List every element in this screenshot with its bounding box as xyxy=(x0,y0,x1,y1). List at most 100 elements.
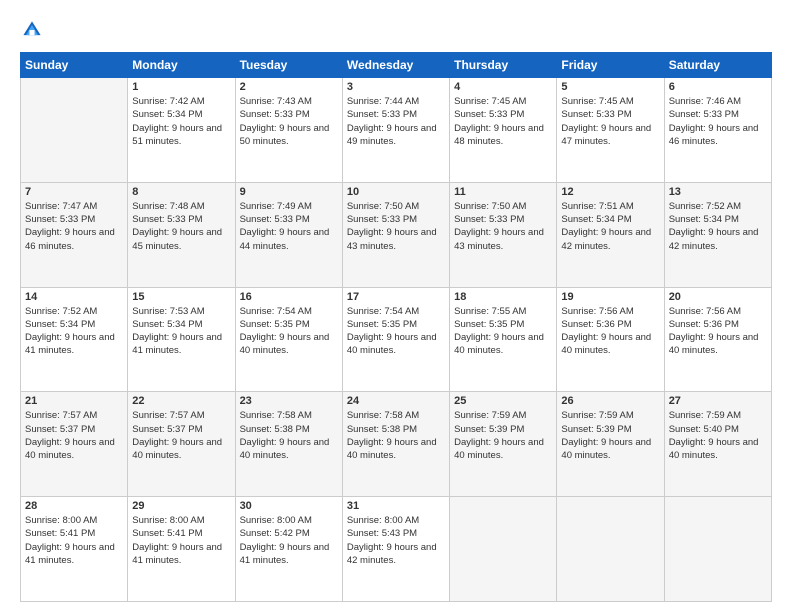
sunset-text: Sunset: 5:35 PM xyxy=(347,318,445,331)
weekday-header-sunday: Sunday xyxy=(21,53,128,78)
calendar-cell: 21Sunrise: 7:57 AMSunset: 5:37 PMDayligh… xyxy=(21,392,128,497)
day-number: 2 xyxy=(240,81,338,93)
calendar-cell: 15Sunrise: 7:53 AMSunset: 5:34 PMDayligh… xyxy=(128,287,235,392)
calendar-week-3: 14Sunrise: 7:52 AMSunset: 5:34 PMDayligh… xyxy=(21,287,772,392)
daylight-text: Daylight: 9 hours and 41 minutes. xyxy=(132,541,230,568)
daylight-text: Daylight: 9 hours and 47 minutes. xyxy=(561,122,659,149)
sunset-text: Sunset: 5:33 PM xyxy=(240,108,338,121)
sunrise-text: Sunrise: 7:54 AM xyxy=(240,305,338,318)
calendar-cell: 25Sunrise: 7:59 AMSunset: 5:39 PMDayligh… xyxy=(450,392,557,497)
daylight-text: Daylight: 9 hours and 42 minutes. xyxy=(347,541,445,568)
daylight-text: Daylight: 9 hours and 40 minutes. xyxy=(561,436,659,463)
weekday-header-thursday: Thursday xyxy=(450,53,557,78)
day-number: 12 xyxy=(561,186,659,198)
calendar-cell: 20Sunrise: 7:56 AMSunset: 5:36 PMDayligh… xyxy=(664,287,771,392)
page: SundayMondayTuesdayWednesdayThursdayFrid… xyxy=(0,0,792,612)
sunset-text: Sunset: 5:39 PM xyxy=(454,423,552,436)
day-number: 1 xyxy=(132,81,230,93)
sunrise-text: Sunrise: 8:00 AM xyxy=(347,514,445,527)
sunset-text: Sunset: 5:33 PM xyxy=(454,108,552,121)
sunset-text: Sunset: 5:34 PM xyxy=(669,213,767,226)
sunrise-text: Sunrise: 7:47 AM xyxy=(25,200,123,213)
sunset-text: Sunset: 5:41 PM xyxy=(25,527,123,540)
sunrise-text: Sunrise: 7:59 AM xyxy=(454,409,552,422)
day-number: 26 xyxy=(561,395,659,407)
calendar-cell: 10Sunrise: 7:50 AMSunset: 5:33 PMDayligh… xyxy=(342,182,449,287)
calendar-cell: 30Sunrise: 8:00 AMSunset: 5:42 PMDayligh… xyxy=(235,497,342,602)
sunrise-text: Sunrise: 8:00 AM xyxy=(25,514,123,527)
calendar-cell: 4Sunrise: 7:45 AMSunset: 5:33 PMDaylight… xyxy=(450,78,557,183)
sunrise-text: Sunrise: 7:50 AM xyxy=(454,200,552,213)
daylight-text: Daylight: 9 hours and 42 minutes. xyxy=(561,226,659,253)
calendar-week-1: 1Sunrise: 7:42 AMSunset: 5:34 PMDaylight… xyxy=(21,78,772,183)
daylight-text: Daylight: 9 hours and 40 minutes. xyxy=(240,331,338,358)
daylight-text: Daylight: 9 hours and 41 minutes. xyxy=(132,331,230,358)
day-number: 25 xyxy=(454,395,552,407)
sunrise-text: Sunrise: 7:59 AM xyxy=(561,409,659,422)
day-number: 13 xyxy=(669,186,767,198)
day-number: 28 xyxy=(25,500,123,512)
day-number: 8 xyxy=(132,186,230,198)
sunset-text: Sunset: 5:35 PM xyxy=(454,318,552,331)
sunrise-text: Sunrise: 7:53 AM xyxy=(132,305,230,318)
sunset-text: Sunset: 5:33 PM xyxy=(347,108,445,121)
calendar-cell: 7Sunrise: 7:47 AMSunset: 5:33 PMDaylight… xyxy=(21,182,128,287)
day-number: 19 xyxy=(561,291,659,303)
sunset-text: Sunset: 5:41 PM xyxy=(132,527,230,540)
calendar-cell: 12Sunrise: 7:51 AMSunset: 5:34 PMDayligh… xyxy=(557,182,664,287)
sunrise-text: Sunrise: 7:58 AM xyxy=(347,409,445,422)
daylight-text: Daylight: 9 hours and 42 minutes. xyxy=(669,226,767,253)
sunrise-text: Sunrise: 8:00 AM xyxy=(132,514,230,527)
day-number: 27 xyxy=(669,395,767,407)
daylight-text: Daylight: 9 hours and 51 minutes. xyxy=(132,122,230,149)
day-number: 14 xyxy=(25,291,123,303)
day-number: 24 xyxy=(347,395,445,407)
sunset-text: Sunset: 5:34 PM xyxy=(132,108,230,121)
daylight-text: Daylight: 9 hours and 40 minutes. xyxy=(561,331,659,358)
daylight-text: Daylight: 9 hours and 41 minutes. xyxy=(240,541,338,568)
day-number: 4 xyxy=(454,81,552,93)
daylight-text: Daylight: 9 hours and 40 minutes. xyxy=(669,436,767,463)
calendar-cell: 8Sunrise: 7:48 AMSunset: 5:33 PMDaylight… xyxy=(128,182,235,287)
sunrise-text: Sunrise: 7:42 AM xyxy=(132,95,230,108)
sunrise-text: Sunrise: 7:55 AM xyxy=(454,305,552,318)
calendar-cell: 6Sunrise: 7:46 AMSunset: 5:33 PMDaylight… xyxy=(664,78,771,183)
daylight-text: Daylight: 9 hours and 40 minutes. xyxy=(347,436,445,463)
sunrise-text: Sunrise: 7:50 AM xyxy=(347,200,445,213)
calendar-cell: 18Sunrise: 7:55 AMSunset: 5:35 PMDayligh… xyxy=(450,287,557,392)
day-number: 21 xyxy=(25,395,123,407)
sunset-text: Sunset: 5:38 PM xyxy=(240,423,338,436)
calendar-cell: 14Sunrise: 7:52 AMSunset: 5:34 PMDayligh… xyxy=(21,287,128,392)
sunset-text: Sunset: 5:42 PM xyxy=(240,527,338,540)
day-number: 31 xyxy=(347,500,445,512)
sunrise-text: Sunrise: 7:56 AM xyxy=(561,305,659,318)
sunset-text: Sunset: 5:43 PM xyxy=(347,527,445,540)
sunset-text: Sunset: 5:34 PM xyxy=(132,318,230,331)
sunrise-text: Sunrise: 7:52 AM xyxy=(669,200,767,213)
calendar-cell: 1 Sunrise: 7:42 AMSunset: 5:34 PMDaylight… xyxy=(128,78,235,183)
sunset-text: Sunset: 5:38 PM xyxy=(347,423,445,436)
daylight-text: Daylight: 9 hours and 40 minutes. xyxy=(669,331,767,358)
weekday-header-wednesday: Wednesday xyxy=(342,53,449,78)
sunrise-text: Sunrise: 7:59 AM xyxy=(669,409,767,422)
calendar-cell: 31 Sunrise: 8:00 AMSunset: 5:43 PMDayligh… xyxy=(342,497,449,602)
calendar-week-2: 7Sunrise: 7:47 AMSunset: 5:33 PMDaylight… xyxy=(21,182,772,287)
sunrise-text: Sunrise: 7:48 AM xyxy=(132,200,230,213)
logo xyxy=(20,18,48,42)
daylight-text: Daylight: 9 hours and 41 minutes. xyxy=(25,541,123,568)
sunset-text: Sunset: 5:33 PM xyxy=(669,108,767,121)
sunset-text: Sunset: 5:34 PM xyxy=(561,213,659,226)
daylight-text: Daylight: 9 hours and 49 minutes. xyxy=(347,122,445,149)
calendar-cell: 19Sunrise: 7:56 AMSunset: 5:36 PMDayligh… xyxy=(557,287,664,392)
day-number: 6 xyxy=(669,81,767,93)
sunrise-text: Sunrise: 7:58 AM xyxy=(240,409,338,422)
calendar-cell: 29 Sunrise: 8:00 AMSunset: 5:41 PMDayligh… xyxy=(128,497,235,602)
sunrise-text: Sunrise: 7:57 AM xyxy=(25,409,123,422)
daylight-text: Daylight: 9 hours and 40 minutes. xyxy=(240,436,338,463)
day-number: 29 xyxy=(132,500,230,512)
calendar-cell: 11Sunrise: 7:50 AMSunset: 5:33 PMDayligh… xyxy=(450,182,557,287)
sunrise-text: Sunrise: 8:00 AM xyxy=(240,514,338,527)
sunrise-text: Sunrise: 7:52 AM xyxy=(25,305,123,318)
sunrise-text: Sunrise: 7:44 AM xyxy=(347,95,445,108)
sunset-text: Sunset: 5:39 PM xyxy=(561,423,659,436)
